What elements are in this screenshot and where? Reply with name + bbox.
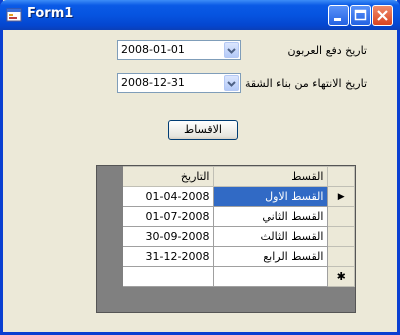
installment-cell[interactable]: القسط الثالث (213, 226, 329, 247)
table-row[interactable]: 01-07-2008 القسط الثاني (96, 206, 355, 227)
title-bar[interactable]: Form1 (0, 0, 400, 30)
column-header-date[interactable]: التاريخ (122, 166, 215, 187)
row-header[interactable] (327, 206, 355, 227)
date-cell[interactable]: 01-07-2008 (122, 206, 215, 227)
down-payment-date-value: 2008-01-01 (121, 43, 185, 56)
down-payment-date-picker[interactable]: 2008-01-01 (117, 40, 241, 60)
form1-window: Form1 2008-01-01 تاريخ دفع العربون 2008-… (0, 0, 400, 335)
date-cell[interactable]: 31-12-2008 (122, 246, 215, 267)
grid-corner (96, 166, 124, 187)
installments-button[interactable]: الاقساط (168, 120, 238, 140)
current-row-marker-icon[interactable]: ▶ (327, 186, 355, 207)
completion-date-picker[interactable]: 2008-12-31 (117, 73, 241, 93)
close-icon (377, 10, 388, 21)
date-cell[interactable]: 30-09-2008 (122, 226, 215, 247)
completion-dropdown-button[interactable] (224, 75, 239, 91)
chevron-down-icon (227, 81, 236, 87)
table-row[interactable]: 31-12-2008 القسط الرابع (96, 246, 355, 267)
installment-cell[interactable]: القسط الثاني (213, 206, 329, 227)
grid-table: التاريخ القسط 01-04-2008 القسط الاول ▶ 0… (96, 166, 355, 287)
installment-cell[interactable]: القسط الرابع (213, 246, 329, 267)
minimize-icon (334, 18, 341, 21)
new-row[interactable]: ✱ (96, 266, 355, 287)
column-header-installment[interactable]: القسط (213, 166, 329, 187)
installment-cell[interactable]: القسط الاول (213, 186, 329, 207)
row-header-column (327, 166, 355, 187)
chevron-down-icon (227, 48, 236, 54)
row-header[interactable] (327, 246, 355, 267)
window-title: Form1 (27, 6, 74, 21)
new-row-asterisk-icon[interactable]: ✱ (327, 266, 355, 287)
maximize-icon (354, 9, 367, 21)
date-cell[interactable]: 01-04-2008 (122, 186, 215, 207)
new-installment-cell[interactable] (213, 266, 329, 287)
table-row[interactable]: 30-09-2008 القسط الثالث (96, 226, 355, 247)
completion-date-value: 2008-12-31 (121, 76, 185, 89)
down-payment-dropdown-button[interactable] (224, 42, 239, 58)
row-header[interactable] (327, 226, 355, 247)
app-icon (6, 8, 22, 22)
grid-header-row: التاريخ القسط (96, 166, 355, 187)
new-date-cell[interactable] (122, 266, 215, 287)
maximize-button[interactable] (350, 5, 371, 26)
completion-date-label: تاريخ الانتهاء من بناء الشقة (244, 77, 367, 90)
table-row[interactable]: 01-04-2008 القسط الاول ▶ (96, 186, 355, 207)
minimize-button[interactable] (328, 5, 349, 26)
installments-grid[interactable]: التاريخ القسط 01-04-2008 القسط الاول ▶ 0… (96, 165, 356, 313)
down-payment-label: تاريخ دفع العربون (287, 44, 368, 57)
close-button[interactable] (372, 5, 393, 26)
